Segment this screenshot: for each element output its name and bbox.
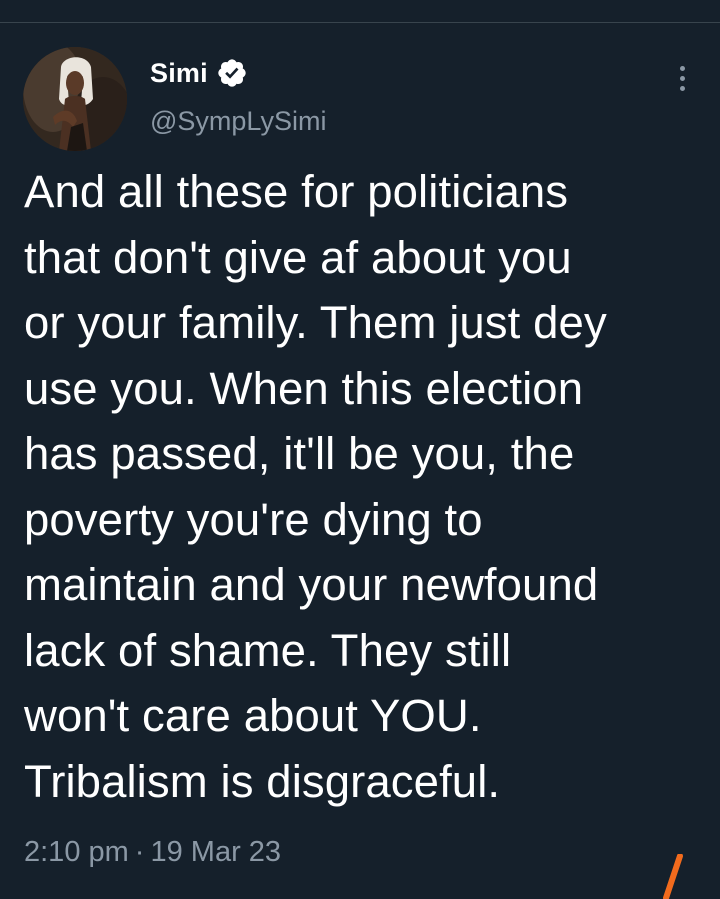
more-options-icon-dot — [679, 75, 685, 81]
verified-badge-icon — [216, 57, 248, 89]
author-display-name[interactable]: Simi — [150, 58, 208, 89]
tweet-time[interactable]: 2:10 pm — [24, 836, 129, 868]
tweet-text: And all these for politicians that don't… — [24, 166, 607, 807]
avatar-image — [23, 47, 127, 151]
author-name-row[interactable]: Simi — [150, 55, 248, 91]
author-handle[interactable]: @SympLySimi — [150, 106, 326, 137]
more-options-icon — [679, 65, 685, 71]
tweet-date[interactable]: 19 Mar 23 — [150, 836, 281, 868]
more-options-button[interactable] — [664, 60, 700, 96]
more-options-icon-dot — [679, 85, 685, 91]
avatar[interactable] — [23, 47, 127, 151]
tweet-timestamp[interactable]: 2:10 pm · 19 Mar 23 — [24, 836, 281, 869]
orange-annotation-mark — [663, 854, 683, 899]
top-divider — [0, 22, 720, 23]
timestamp-separator: · — [134, 836, 145, 868]
